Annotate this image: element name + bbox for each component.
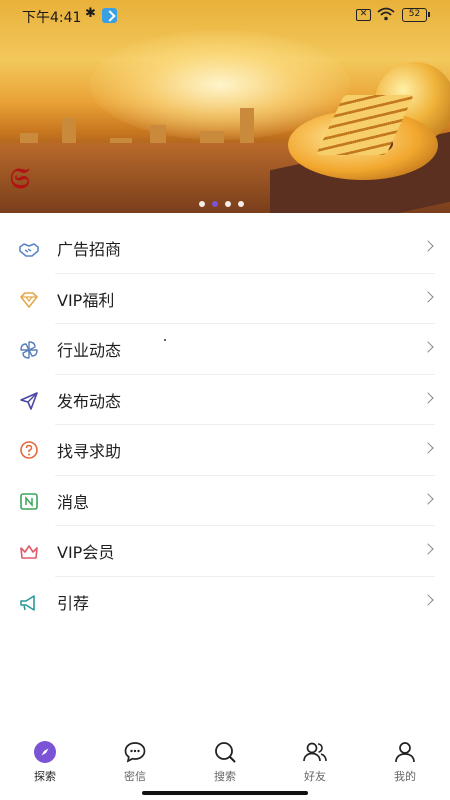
pager-dot[interactable] xyxy=(199,201,205,207)
chevron-right-icon xyxy=(422,391,434,404)
banner-pager[interactable] xyxy=(199,201,244,207)
pager-dot[interactable] xyxy=(225,201,231,207)
menu-item-industry-news[interactable]: 行业动态 xyxy=(0,324,450,375)
chevron-right-icon xyxy=(422,341,434,353)
bottom-tab-bar: 探索 密信 搜索 好友 我的 xyxy=(0,733,450,785)
search-icon xyxy=(212,739,238,765)
battery-icon: 52 xyxy=(402,8,430,22)
menu-item-label: VIP福利 xyxy=(57,290,115,310)
tab-label: 好友 xyxy=(304,770,326,783)
menu-item-messages[interactable]: 消息 xyxy=(0,476,450,527)
status-time: 下午4:41 xyxy=(22,10,82,26)
menu-item-label: VIP会员 xyxy=(57,543,115,563)
tab-label: 我的 xyxy=(394,770,416,783)
chat-icon xyxy=(122,739,148,765)
screen-speck xyxy=(164,339,166,341)
wifi-icon xyxy=(377,7,395,21)
menu-item-seek-help[interactable]: 找寻求助 xyxy=(0,425,450,476)
diamond-icon xyxy=(18,289,40,311)
menu-item-vip-member[interactable]: VIP会员 xyxy=(0,526,450,577)
message-icon xyxy=(18,491,40,513)
tab-private-messages[interactable]: 密信 xyxy=(90,733,180,785)
tab-label: 探索 xyxy=(34,770,56,783)
pager-dot[interactable] xyxy=(238,201,244,207)
menu-item-ad-recruitment[interactable]: 广告招商 xyxy=(0,223,450,274)
chevron-right-icon xyxy=(422,593,434,606)
no-sim-icon: ✕ xyxy=(356,9,371,21)
pinwheel-icon xyxy=(18,339,40,361)
menu-item-label: 广告招商 xyxy=(57,240,122,260)
tab-search[interactable]: 搜索 xyxy=(180,733,270,785)
tab-explore[interactable]: 探索 xyxy=(0,733,90,785)
location-app-icon xyxy=(102,8,117,23)
tab-label: 密信 xyxy=(124,770,146,783)
menu-item-label: 找寻求助 xyxy=(57,442,122,462)
handshake-icon xyxy=(18,238,40,260)
menu-item-referral[interactable]: 引荐 xyxy=(0,577,450,628)
feature-menu: 广告招商 VIP福利 行业动态 发布动态 找寻求助 消息 VIP会员 引荐 xyxy=(0,223,450,627)
bluetooth-icon: ✱ xyxy=(85,6,96,21)
help-bubble-icon xyxy=(18,440,40,462)
chevron-right-icon xyxy=(422,543,434,555)
chevron-right-icon xyxy=(422,492,434,505)
tab-label: 搜索 xyxy=(214,770,236,783)
chevron-right-icon xyxy=(422,290,434,303)
friends-icon xyxy=(302,739,328,765)
chevron-right-icon xyxy=(422,442,434,454)
megaphone-icon xyxy=(18,592,40,614)
menu-item-label: 发布动态 xyxy=(57,391,122,411)
menu-item-label: 行业动态 xyxy=(57,341,122,361)
pager-dot-active[interactable] xyxy=(212,201,218,207)
menu-item-post-update[interactable]: 发布动态 xyxy=(0,375,450,426)
compass-icon xyxy=(32,739,58,765)
home-indicator[interactable] xyxy=(142,791,308,795)
paper-plane-icon xyxy=(18,390,40,412)
profile-icon xyxy=(392,739,418,765)
menu-item-vip-benefits[interactable]: VIP福利 xyxy=(0,274,450,325)
tab-friends[interactable]: 好友 xyxy=(270,733,360,785)
status-bar: 下午4:41 ✱ ✕ 52 xyxy=(0,0,450,32)
crown-icon xyxy=(18,541,40,563)
tab-profile[interactable]: 我的 xyxy=(360,733,450,785)
menu-item-label: 引荐 xyxy=(57,593,90,613)
chevron-right-icon xyxy=(422,240,434,252)
menu-item-label: 消息 xyxy=(57,492,90,512)
banner-logo-mark: 𝔖 xyxy=(10,162,30,195)
